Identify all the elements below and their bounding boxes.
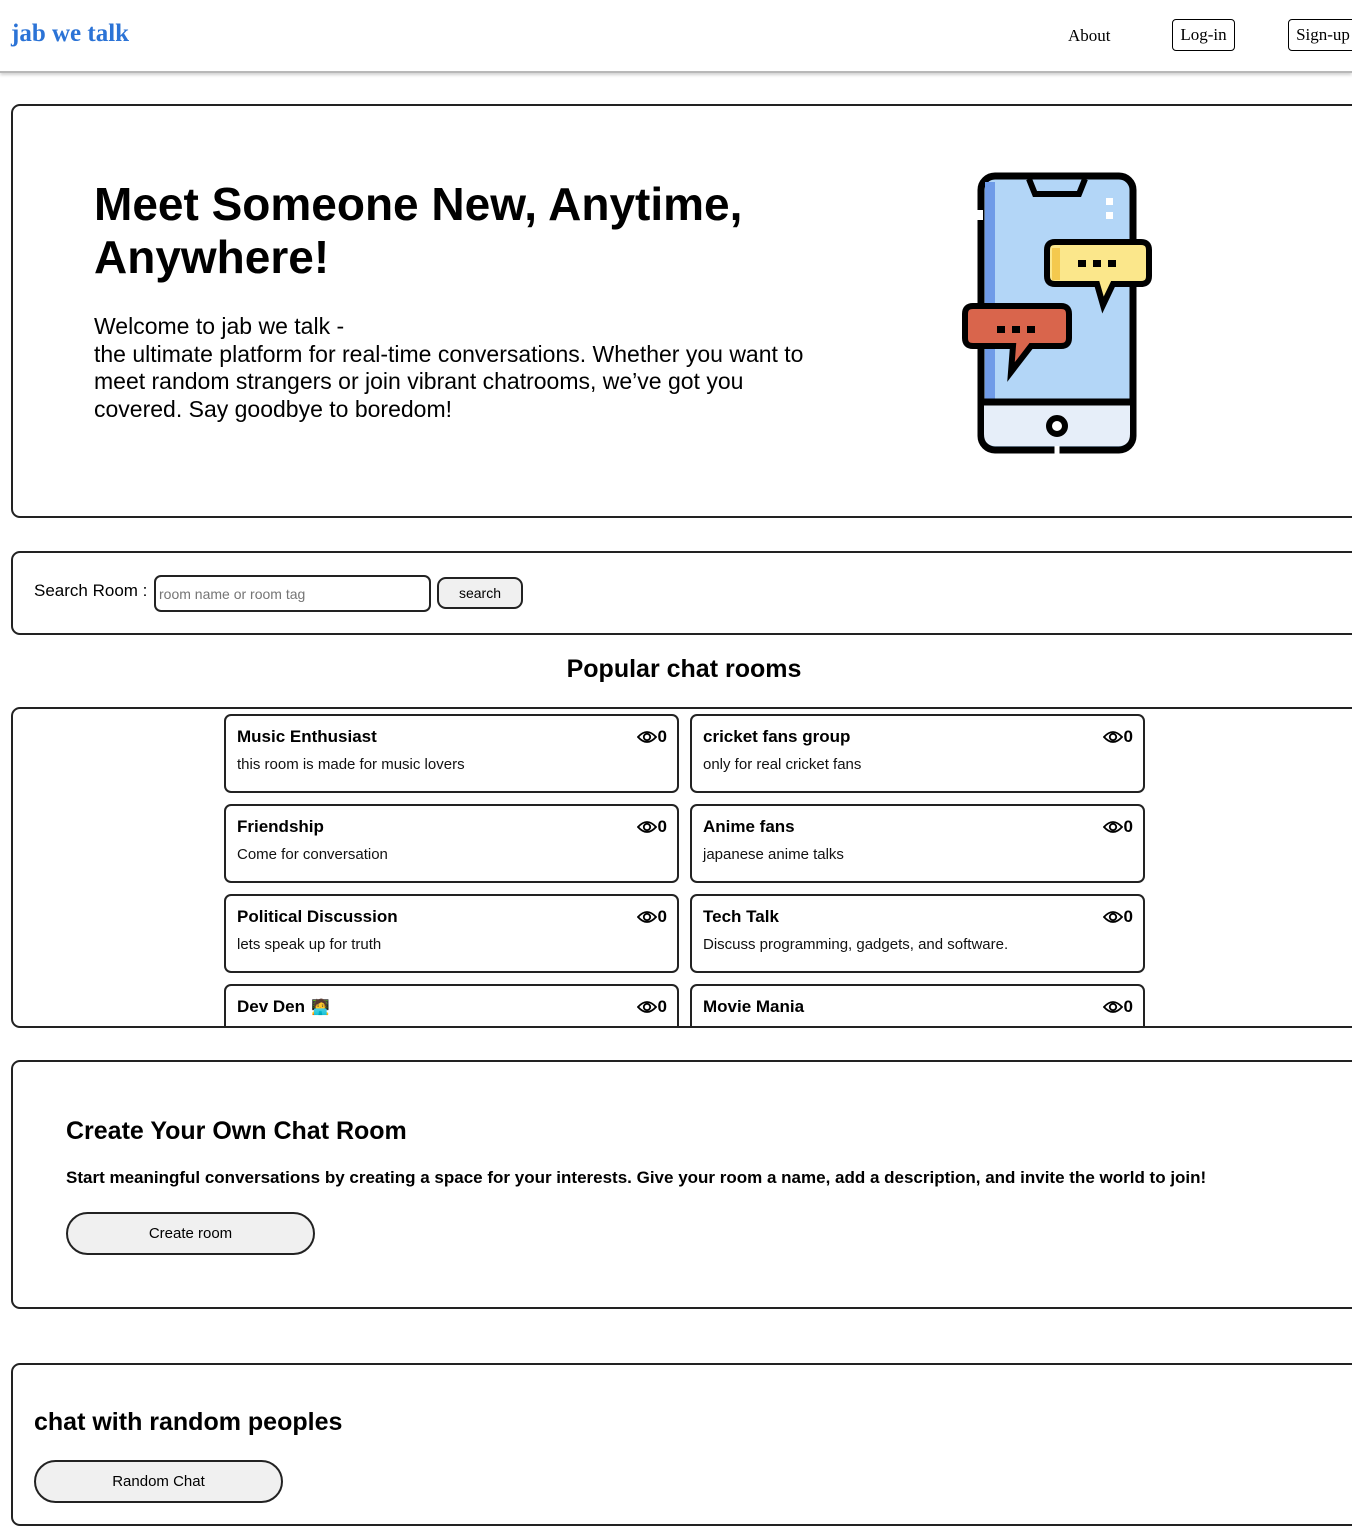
room-name-text: Dev Den <box>237 997 306 1016</box>
create-room-button[interactable]: Create room <box>66 1212 315 1255</box>
eye-icon <box>636 1001 657 1013</box>
view-count: 0 <box>657 907 667 926</box>
eye-icon <box>1102 911 1123 923</box>
create-room-text: Start meaningful conversations by creati… <box>66 1168 1207 1187</box>
room-name: cricket fans group <box>703 727 851 746</box>
room-description: this room is made for music lovers <box>237 756 465 773</box>
eye-icon <box>636 911 657 923</box>
random-chat-title: chat with random peoples <box>34 1408 343 1436</box>
view-count: 0 <box>1123 727 1133 746</box>
signup-button[interactable]: Sign-up <box>1288 19 1352 51</box>
room-view-count: 0 <box>1102 907 1133 927</box>
room-description: japanese anime talks <box>703 846 844 863</box>
view-count: 0 <box>1123 817 1133 836</box>
room-view-count: 0 <box>636 907 667 927</box>
brand-logo[interactable]: jab we talk <box>11 20 129 48</box>
view-count: 0 <box>657 997 667 1016</box>
room-name: Friendship <box>237 817 324 836</box>
hero-intro-line2: the ultimate platform for real-time conv… <box>94 340 804 422</box>
room-card[interactable]: Dev Den 🧑‍💻 0 <box>224 984 679 1026</box>
login-button[interactable]: Log-in <box>1172 19 1235 51</box>
room-name: Political Discussion <box>237 907 398 926</box>
about-link[interactable]: About <box>1068 26 1111 46</box>
room-card[interactable]: Political Discussion lets speak up for t… <box>224 894 679 973</box>
room-view-count: 0 <box>1102 997 1133 1017</box>
room-view-count: 0 <box>636 727 667 747</box>
room-view-count: 0 <box>636 997 667 1017</box>
hero-section: Meet Someone New, Anytime, Anywhere! Wel… <box>11 104 1352 518</box>
eye-icon <box>636 731 657 743</box>
view-count: 0 <box>657 817 667 836</box>
view-count: 0 <box>1123 997 1133 1016</box>
navbar: jab we talk About Log-in Sign-up <box>0 0 1352 73</box>
random-chat-button[interactable]: Random Chat <box>34 1460 283 1503</box>
eye-icon <box>1102 1001 1123 1013</box>
eye-icon <box>1102 821 1123 833</box>
search-button[interactable]: search <box>437 577 523 609</box>
room-description: Discuss programming, gadgets, and softwa… <box>703 936 1009 953</box>
room-card[interactable]: Music Enthusiast this room is made for m… <box>224 714 679 793</box>
search-section: Search Room : search <box>11 551 1352 635</box>
hero-intro-line1: Welcome to jab we talk - <box>94 313 345 339</box>
room-card[interactable]: Movie Mania 0 <box>690 984 1145 1026</box>
room-name: Dev Den 🧑‍💻 <box>237 997 330 1017</box>
search-input[interactable] <box>154 575 431 612</box>
room-card[interactable]: Tech Talk Discuss programming, gadgets, … <box>690 894 1145 973</box>
random-chat-section: chat with random peoples Random Chat <box>11 1363 1352 1526</box>
room-description: lets speak up for truth <box>237 936 382 953</box>
room-card[interactable]: cricket fans group only for real cricket… <box>690 714 1145 793</box>
room-view-count: 0 <box>636 817 667 837</box>
create-room-title: Create Your Own Chat Room <box>66 1117 407 1145</box>
laptop-person-icon: 🧑‍💻 <box>311 999 330 1016</box>
search-label: Search Room : <box>34 581 148 600</box>
view-count: 0 <box>657 727 667 746</box>
room-grid: Music Enthusiast this room is made for m… <box>224 714 1145 1026</box>
create-room-section: Create Your Own Chat Room Start meaningf… <box>11 1060 1352 1309</box>
room-card[interactable]: Anime fans japanese anime talks 0 <box>690 804 1145 883</box>
view-count: 0 <box>1123 907 1133 926</box>
room-view-count: 0 <box>1102 817 1133 837</box>
room-name: Movie Mania <box>703 997 805 1016</box>
hero-title: Meet Someone New, Anytime, Anywhere! <box>94 178 743 283</box>
room-view-count: 0 <box>1102 727 1133 747</box>
room-card[interactable]: Friendship Come for conversation 0 <box>224 804 679 883</box>
eye-icon <box>636 821 657 833</box>
room-name: Tech Talk <box>703 907 779 926</box>
room-name: Anime fans <box>703 817 795 836</box>
eye-icon <box>1102 731 1123 743</box>
room-description: Come for conversation <box>237 846 388 863</box>
popular-rooms-title: Popular chat rooms <box>566 655 802 683</box>
room-name: Music Enthusiast <box>237 727 377 746</box>
hero-intro: Welcome to jab we talk - the ultimate pl… <box>94 313 814 423</box>
rooms-section[interactable]: Music Enthusiast this room is made for m… <box>11 707 1352 1028</box>
phone-chat-illustration <box>962 172 1152 454</box>
room-description: only for real cricket fans <box>703 756 862 773</box>
